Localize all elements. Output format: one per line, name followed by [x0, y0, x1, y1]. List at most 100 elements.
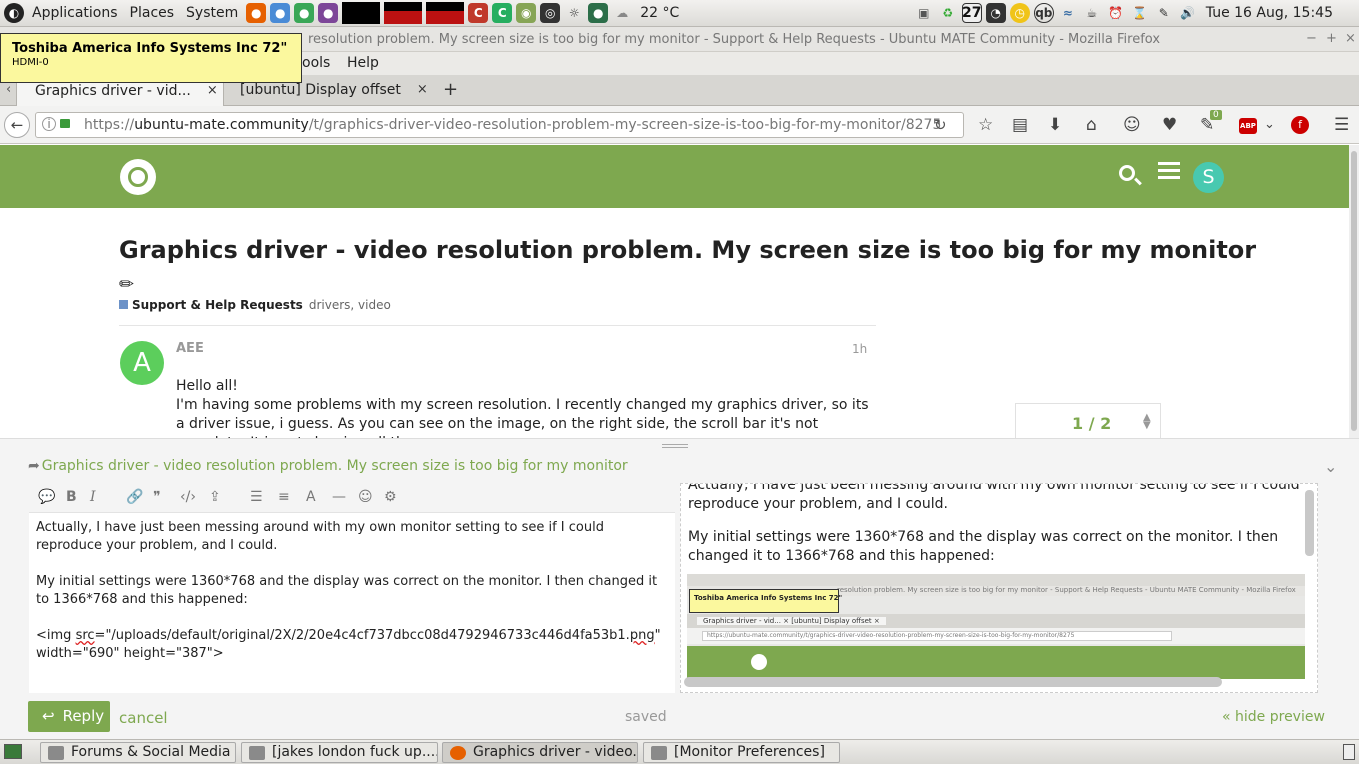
chevron-down-icon[interactable]: ⌄ [1264, 117, 1275, 132]
edit-pencil-icon[interactable]: ✏ [119, 274, 134, 295]
cpu-monitor-graph[interactable] [342, 2, 381, 24]
updates-icon[interactable]: ♻ [938, 3, 958, 23]
brightness-icon[interactable]: ☼ [564, 3, 584, 23]
collapse-chevron-icon[interactable]: ⌄ [1324, 457, 1337, 476]
app-c-green-icon[interactable]: C [492, 3, 513, 23]
downloads-icon[interactable]: ⬇ [1048, 115, 1062, 135]
divider [119, 325, 876, 326]
speed-icon[interactable]: ◔ [985, 3, 1006, 23]
reading-list-icon[interactable]: ▤ [1012, 115, 1028, 135]
bold-icon[interactable]: B [66, 489, 77, 505]
menu-help[interactable]: Help [347, 55, 379, 71]
search-icon[interactable] [1119, 165, 1135, 181]
category-link[interactable]: Support & Help Requests [132, 298, 303, 312]
hamburger-menu-icon[interactable]: ☰ [1334, 115, 1349, 135]
heading-icon[interactable]: A [306, 489, 316, 505]
preview-scrollbar-thumb[interactable] [1305, 490, 1314, 556]
applications-menu[interactable]: Applications [26, 5, 124, 21]
hide-preview-link[interactable]: « hide preview [1222, 709, 1325, 725]
quote-whole-icon[interactable]: 💬 [38, 489, 55, 505]
adblock-icon[interactable]: ABP [1239, 118, 1257, 134]
flipboard-icon[interactable]: f [1291, 116, 1309, 134]
composer-resize-grip[interactable] [662, 444, 688, 448]
taskbar-item-firefox[interactable]: Graphics driver - video... [442, 742, 638, 763]
upload-icon[interactable]: ⇪ [209, 489, 221, 505]
reply-button[interactable]: ↩ Reply [28, 701, 110, 732]
post-username[interactable]: AEE [176, 341, 204, 356]
topic-progress[interactable]: 1 / 2 ▲ ▼ [1015, 403, 1161, 438]
taskbar-item-monitor-prefs[interactable]: [Monitor Preferences] [643, 742, 840, 763]
tab-label: [ubuntu] Display offset [240, 82, 401, 98]
preview-horizontal-scrollbar[interactable] [684, 677, 1222, 687]
ubuntu-mate-icon[interactable]: ◉ [516, 3, 537, 23]
pen-icon[interactable]: ✎ [1154, 3, 1174, 23]
panel-clock[interactable]: Tue 16 Aug, 15:45 [1200, 5, 1339, 21]
alarm-icon[interactable]: ⏰ [1106, 3, 1126, 23]
options-gear-icon[interactable]: ⚙ [384, 489, 397, 505]
tor-launcher-icon[interactable]: ● [318, 3, 339, 23]
topic-tags[interactable]: drivers, video [309, 298, 391, 312]
pocket-icon[interactable]: ♥ [1162, 115, 1177, 135]
timer-icon[interactable]: ⌛ [1130, 3, 1150, 23]
bullet-list-icon[interactable]: ☰ [250, 489, 263, 505]
taskbar-item-jakes[interactable]: [jakes london fuck up.... [241, 742, 438, 763]
ubuntu-mate-logo[interactable] [120, 159, 156, 195]
workspace-badge[interactable]: 27 [961, 3, 982, 23]
tab-close-button[interactable]: × [417, 82, 428, 97]
italic-icon[interactable]: I [90, 489, 96, 505]
record-icon[interactable]: ◎ [540, 3, 561, 23]
blockquote-icon[interactable]: ❞ [153, 489, 161, 505]
post-time[interactable]: 1h [852, 342, 867, 356]
reload-icon[interactable]: ↻ [934, 116, 947, 134]
info-icon[interactable]: i [42, 117, 56, 131]
new-tab-button[interactable]: + [443, 79, 458, 100]
hamburger-icon[interactable] [1158, 169, 1180, 172]
system-menu[interactable]: System [180, 5, 244, 21]
page-scrollbar-thumb[interactable] [1351, 151, 1357, 431]
editor-paragraph: My initial settings were 1360*768 and th… [36, 574, 658, 607]
home-icon[interactable]: ⌂ [1086, 115, 1097, 135]
emoji-icon[interactable]: ☺ [358, 489, 373, 505]
screenshot-icon[interactable]: ▣ [914, 3, 934, 23]
clock-icon[interactable]: ◷ [1009, 3, 1030, 23]
tab-close-button[interactable]: × [207, 83, 218, 98]
volume-icon[interactable]: 🔊 [1178, 3, 1198, 23]
hello-chat-icon[interactable]: ☺ [1123, 115, 1141, 135]
coffee-icon[interactable]: ☕ [1082, 3, 1102, 23]
composer-topic-link[interactable]: Graphics driver - video resolution probl… [42, 458, 628, 474]
horizontal-rule-icon[interactable]: — [332, 489, 346, 505]
back-button[interactable]: ← [4, 112, 30, 138]
mate-menu-icon[interactable]: ◐ [4, 3, 24, 23]
places-menu[interactable]: Places [124, 5, 181, 21]
tab-scroll-left[interactable]: ‹ [6, 82, 11, 97]
chromium-launcher-icon[interactable]: ● [270, 3, 291, 23]
menu-tools[interactable]: ools [302, 55, 330, 71]
maximize-button[interactable]: + [1326, 31, 1337, 46]
url-text[interactable]: https://ubuntu-mate.community/t/graphics… [84, 117, 941, 133]
url-bar[interactable]: i https://ubuntu-mate.community/t/graphi… [35, 112, 964, 138]
network-monitor-graph[interactable] [426, 2, 465, 24]
weather-temp[interactable]: 22 °C [634, 5, 685, 21]
user-avatar[interactable]: S [1193, 162, 1224, 193]
minimize-button[interactable]: − [1306, 31, 1317, 46]
firefox-launcher-icon[interactable]: ● [246, 3, 267, 23]
close-window-button[interactable]: × [1345, 31, 1356, 46]
bookmark-star-icon[interactable]: ☆ [978, 115, 993, 135]
weather-icon[interactable]: ☁ [612, 3, 632, 23]
app-c-red-icon[interactable]: C [468, 3, 489, 23]
code-icon[interactable]: ‹/› [180, 489, 196, 505]
globe-icon[interactable]: ● [588, 3, 609, 23]
trash-icon[interactable] [1343, 744, 1355, 760]
chrome-launcher-icon[interactable]: ● [294, 3, 315, 23]
post-avatar[interactable]: A [120, 341, 164, 385]
show-desktop-icon[interactable] [4, 744, 22, 759]
qbittorrent-icon[interactable]: qb [1033, 3, 1054, 23]
page-scrollbar[interactable] [1349, 145, 1359, 438]
cancel-link[interactable]: cancel [119, 709, 168, 727]
numbered-list-icon[interactable]: ≡ [278, 489, 290, 505]
taskbar-item-forums[interactable]: Forums & Social Media [40, 742, 236, 763]
link-icon[interactable]: 🔗 [126, 489, 143, 505]
reply-editor-textarea[interactable]: Actually, I have just been messing aroun… [29, 513, 675, 693]
system-monitor-icon[interactable]: ≈ [1058, 3, 1078, 23]
memory-monitor-graph[interactable] [384, 2, 423, 24]
